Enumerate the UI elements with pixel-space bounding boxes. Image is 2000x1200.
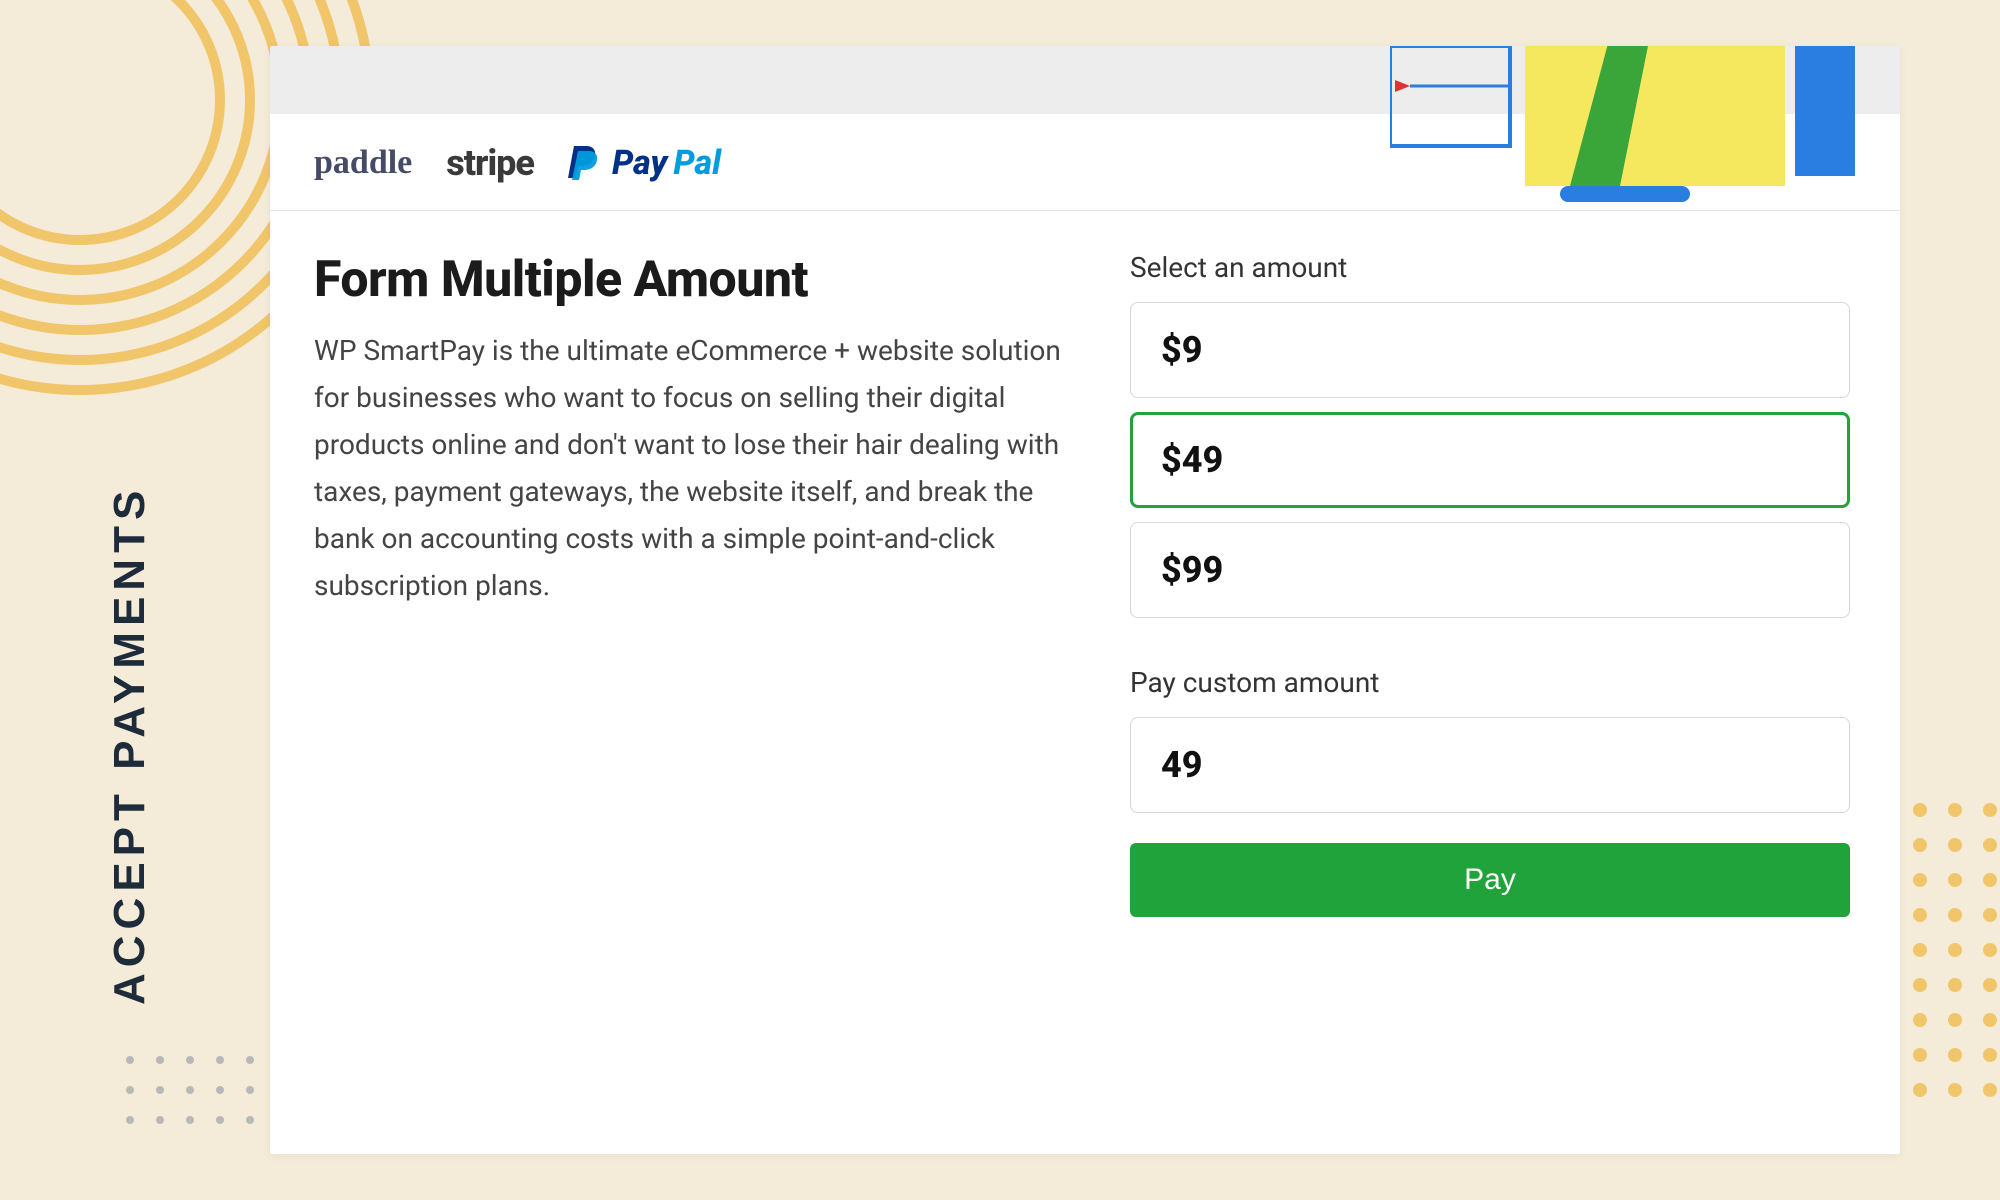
paypal-text-pal: Pal [673, 143, 721, 183]
paypal-logo: PayPal [568, 143, 721, 183]
amount-option-1-text: $49 [1161, 439, 1223, 481]
amount-option-2[interactable]: $99 [1130, 522, 1850, 618]
main-content: Form Multiple Amount WP SmartPay is the … [270, 211, 1900, 957]
form-panel: Select an amount $9 $49 $99 Pay custom a… [1130, 251, 1850, 917]
amount-option-0-text: $9 [1161, 329, 1203, 371]
pay-button[interactable]: Pay [1130, 843, 1850, 917]
stripe-logo: stripe [446, 142, 534, 184]
amount-option-1[interactable]: $49 [1130, 412, 1850, 508]
page-side-label: ACCEPT PAYMENTS [105, 485, 155, 1005]
custom-amount-input[interactable] [1130, 717, 1850, 813]
main-card: paddle stripe PayPal Form Multiple Amoun… [270, 46, 1900, 1154]
form-description: WP SmartPay is the ultimate eCommerce + … [314, 327, 1070, 609]
paypal-p-icon [568, 144, 600, 182]
hero-illustration [1390, 46, 1870, 246]
paypal-text-pay: Pay [612, 143, 667, 183]
select-amount-label: Select an amount [1130, 251, 1850, 284]
paddle-logo: paddle [314, 144, 412, 182]
form-heading: Form Multiple Amount [314, 251, 1070, 309]
custom-amount-label: Pay custom amount [1130, 666, 1850, 699]
hero-strip [270, 46, 1900, 114]
amount-option-0[interactable]: $9 [1130, 302, 1850, 398]
content-left: Form Multiple Amount WP SmartPay is the … [314, 251, 1070, 917]
amount-option-2-text: $99 [1161, 549, 1223, 591]
